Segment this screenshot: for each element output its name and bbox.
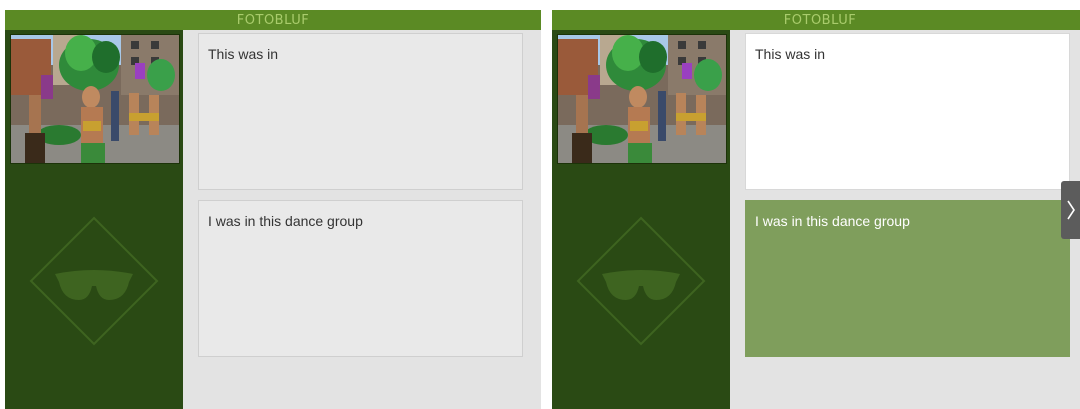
answer-option-1[interactable]: This was in [198,33,523,190]
app-title: FOTOBLUF [236,12,310,28]
sidebar [5,30,183,409]
answer-option-2[interactable]: I was in this dance group [198,200,523,357]
next-button[interactable] [1061,181,1080,239]
answer-option-1[interactable]: This was in [745,33,1070,190]
app-title: FOTOBLUF [783,12,857,28]
answer-option-2-selected[interactable]: I was in this dance group [745,200,1070,357]
answer-panel: This was in I was in this dance group [183,30,541,409]
carnival-photo [557,34,727,164]
title-bar: FOTOBLUF [552,10,1080,30]
carnival-photo [10,34,180,164]
sunglasses-diamond-icon [29,216,159,346]
sidebar [552,30,730,409]
title-bar: FOTOBLUF [5,10,541,30]
quiz-screen-selected: FOTOBLUF This was in I was in this dance… [552,10,1080,409]
answer-panel: This was in I was in this dance group [730,30,1080,409]
quiz-screen-unanswered: FOTOBLUF This was in I was in this dance… [5,10,541,409]
chevron-right-icon [1066,200,1075,220]
sunglasses-diamond-icon [576,216,706,346]
